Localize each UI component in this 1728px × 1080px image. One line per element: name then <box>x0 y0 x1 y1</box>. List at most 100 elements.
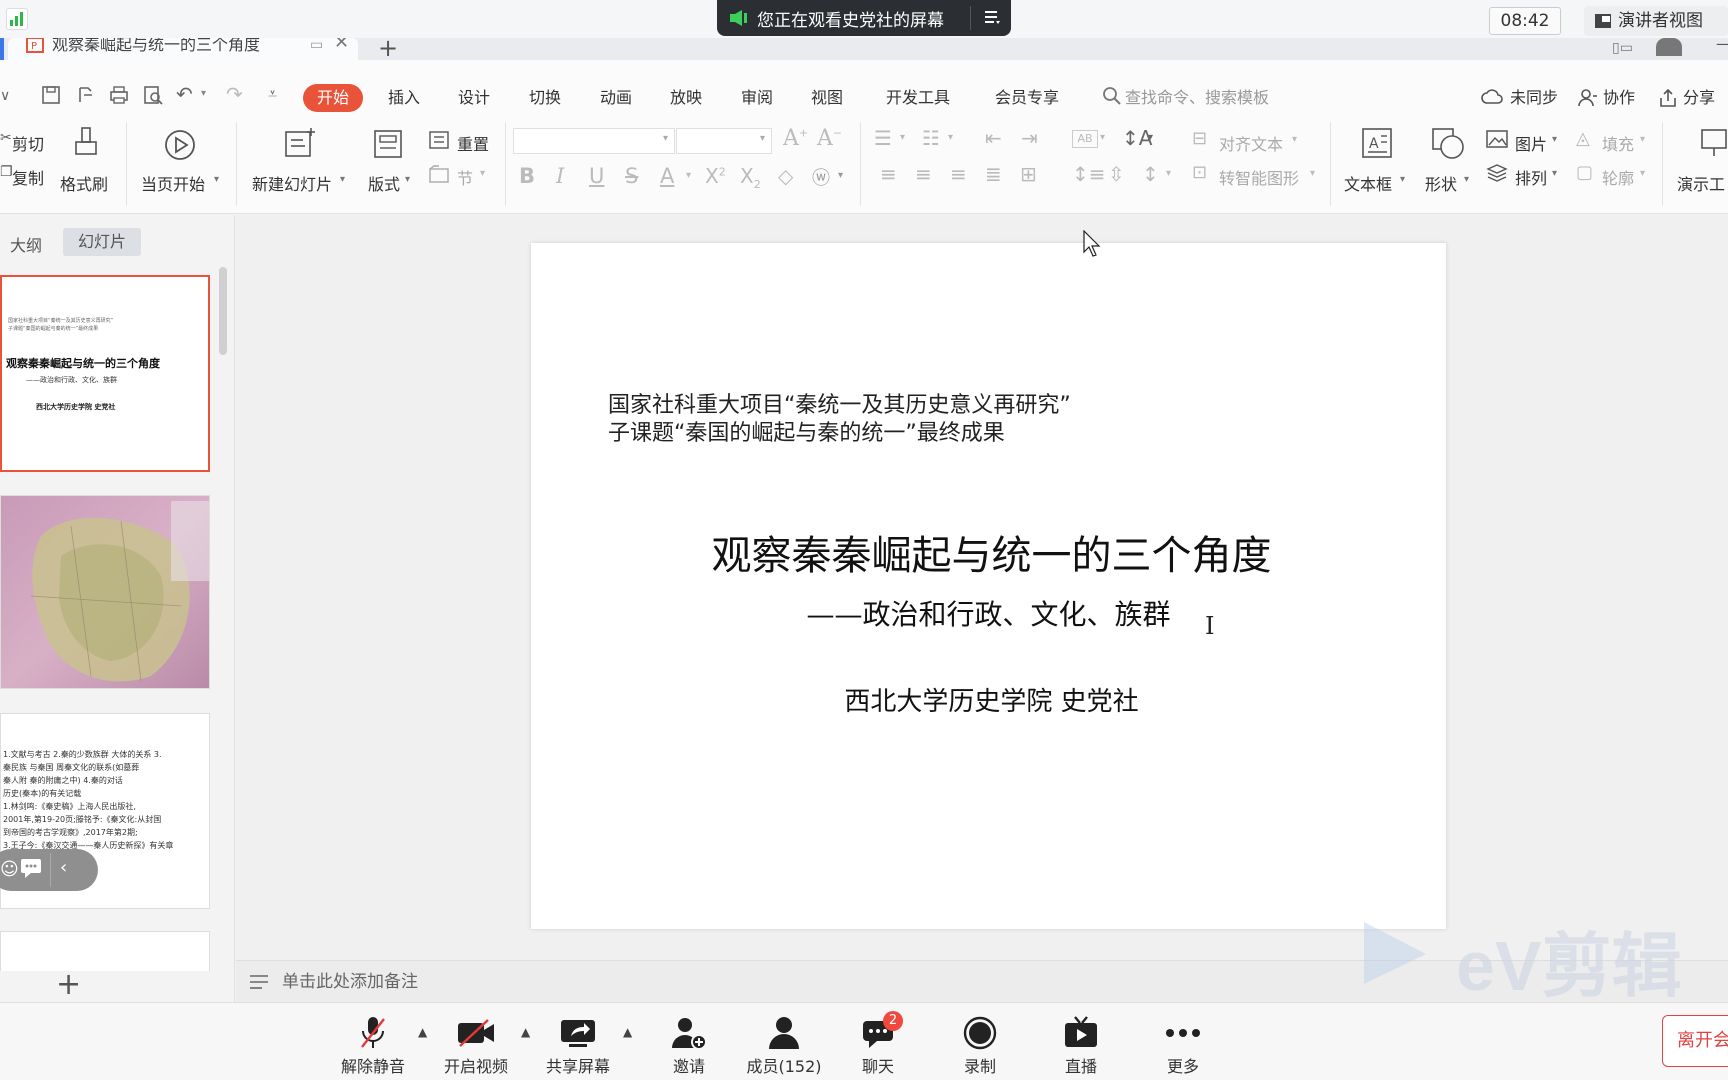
panel-scrollbar[interactable] <box>219 267 227 355</box>
align-text-dropdown-icon[interactable]: ▾ <box>1292 134 1297 145</box>
tab-developer[interactable]: 开发工具 <box>886 84 950 112</box>
play-dropdown-icon[interactable]: ▾ <box>214 174 219 185</box>
phonetic-guide-icon[interactable]: ⓦ <box>812 164 830 190</box>
record-button[interactable]: 录制 <box>935 1013 1025 1077</box>
fill-button[interactable]: 填充 <box>1602 131 1634 155</box>
slide-thumbnail-1[interactable]: 国家社科重大项目“秦统一及其历史意义再研究” 子课题“秦国的崛起与秦的统一”最终… <box>0 275 210 472</box>
share-screen-button[interactable]: 共享屏幕 <box>533 1013 623 1077</box>
video-options-caret-icon[interactable]: ▲ <box>521 1025 530 1039</box>
picture-button[interactable]: 图片 <box>1515 131 1547 155</box>
textbox-button[interactable]: 文本框 <box>1344 171 1392 195</box>
play-from-current-button[interactable]: 当页开始 <box>141 171 205 195</box>
tab-design[interactable]: 设计 <box>458 84 490 112</box>
undo-icon[interactable]: ↶ <box>176 82 193 106</box>
increase-indent-icon[interactable]: ⇥ <box>1021 126 1038 150</box>
text-direction-dropdown-icon[interactable]: ▾ <box>1148 132 1153 143</box>
decrease-font-icon[interactable]: A− <box>817 126 842 151</box>
new-slide-button[interactable]: 新建幻灯片 <box>252 171 332 195</box>
tab-membership[interactable]: 会员专享 <box>995 84 1059 112</box>
current-slide[interactable]: 国家社科重大项目“秦统一及其历史意义再研究” 子课题“秦国的崛起与秦的统一”最终… <box>531 243 1446 929</box>
presentation-tools-button[interactable]: 演示工 <box>1677 171 1725 195</box>
cloud-save-icon[interactable]: ▭ <box>310 38 323 52</box>
justify-icon[interactable]: ≣ <box>985 162 1002 186</box>
line-spacing-icon[interactable]: ↕≡ <box>1072 162 1106 186</box>
close-tab-icon[interactable]: ✕ <box>334 38 349 52</box>
share-button[interactable]: 分享 <box>1683 84 1715 112</box>
font-size-select[interactable]: ▾ <box>676 128 772 154</box>
superscript-icon[interactable]: X2 <box>705 164 726 188</box>
members-button[interactable]: 成员(152) <box>738 1013 830 1077</box>
bullet-list-icon[interactable]: ☰ <box>874 126 892 150</box>
new-tab-icon[interactable]: + <box>378 38 398 60</box>
paragraph-spacing-icon[interactable]: ⇳ <box>1108 162 1125 186</box>
align-center-icon[interactable]: ≡ <box>915 162 932 186</box>
tab-insert[interactable]: 插入 <box>388 84 420 112</box>
audio-options-caret-icon[interactable]: ▲ <box>418 1025 427 1039</box>
decrease-indent-icon[interactable]: ⇤ <box>985 126 1002 150</box>
chat-button[interactable]: 聊天 2 <box>833 1011 923 1077</box>
arrange-button[interactable]: 排列 <box>1515 165 1547 189</box>
tab-animation[interactable]: 动画 <box>600 84 632 112</box>
text-case-icon[interactable]: AB <box>1072 130 1098 148</box>
more-button[interactable]: 更多 <box>1138 1013 1228 1077</box>
smart-shape-dropdown-icon[interactable]: ▾ <box>1310 168 1315 179</box>
redo-icon[interactable]: ↷ <box>226 82 243 106</box>
layout-dropdown-icon[interactable]: ▾ <box>405 174 410 185</box>
collapse-chevron-icon[interactable]: ‹ <box>60 857 67 878</box>
invite-button[interactable]: 邀请 <box>644 1013 734 1077</box>
phonetic-dropdown-icon[interactable]: ▾ <box>838 170 843 181</box>
add-slide-icon[interactable]: + <box>56 967 81 1002</box>
print-icon[interactable] <box>108 84 130 106</box>
minimize-icon[interactable]: — <box>1716 38 1728 53</box>
copy-button[interactable]: 复制 <box>12 165 44 189</box>
textbox-dropdown-icon[interactable]: ▾ <box>1400 174 1405 185</box>
outline-button[interactable]: 轮廓 <box>1602 165 1634 189</box>
strikethrough-icon[interactable]: S <box>625 164 638 188</box>
avatar[interactable] <box>1656 38 1682 56</box>
subscript-icon[interactable]: X2 <box>740 164 761 191</box>
slide-thumbnail-4[interactable] <box>0 931 210 971</box>
tab-home[interactable]: 开始 <box>303 84 364 112</box>
tab-review[interactable]: 审阅 <box>741 84 773 112</box>
chat-bubble-icon[interactable] <box>20 857 42 879</box>
underline-icon[interactable]: U <box>589 164 604 188</box>
distribute-icon[interactable]: ⊞ <box>1020 162 1037 186</box>
slide-thumbnail-2[interactable] <box>0 495 210 689</box>
window-layout-icon[interactable]: ▯▭ <box>1612 40 1633 56</box>
sync-status[interactable]: 未同步 <box>1510 84 1558 112</box>
share-options-caret-icon[interactable]: ▲ <box>623 1025 632 1039</box>
layout-button[interactable]: 版式 <box>368 171 400 195</box>
align-right-icon[interactable]: ≡ <box>950 162 967 186</box>
presenter-view-button[interactable]: 演讲者视图 <box>1584 6 1728 36</box>
document-tab[interactable]: P 观察秦崛起与统一的三个角度 ▭ ✕ <box>8 38 358 60</box>
tab-outline[interactable]: 大纲 <box>10 232 42 256</box>
screen-share-banner[interactable]: 您正在观看史党社的屏幕 <box>717 0 1011 36</box>
cut-button[interactable]: 剪切 <box>12 131 44 155</box>
reset-button[interactable]: 重置 <box>457 131 489 155</box>
numbered-list-icon[interactable]: ☷ <box>922 126 940 150</box>
bullet-dropdown-icon[interactable]: ▾ <box>900 132 905 143</box>
spacing-options-icon[interactable]: ↕ <box>1142 162 1159 186</box>
numbered-dropdown-icon[interactable]: ▾ <box>948 132 953 143</box>
font-color-dropdown-icon[interactable]: ▾ <box>686 170 691 181</box>
shape-dropdown-icon[interactable]: ▾ <box>1464 174 1469 185</box>
command-search-input[interactable]: 查找命令、搜索模板 <box>1125 84 1269 112</box>
tab-view[interactable]: 视图 <box>811 84 843 112</box>
arrange-dropdown-icon[interactable]: ▾ <box>1552 168 1557 179</box>
start-video-button[interactable]: 开启视频 <box>431 1013 521 1077</box>
tab-slides[interactable]: 幻灯片 <box>63 228 141 256</box>
tab-slideshow[interactable]: 放映 <box>670 84 702 112</box>
font-family-select[interactable]: ▾ <box>513 128 675 154</box>
increase-font-icon[interactable]: A+ <box>783 126 808 151</box>
spacing-dropdown-icon[interactable]: ▾ <box>1166 168 1171 179</box>
network-signal-icon[interactable] <box>6 8 28 30</box>
print-preview-icon[interactable] <box>142 84 164 106</box>
font-color-icon[interactable]: A <box>660 164 674 188</box>
leave-meeting-button[interactable]: 离开会 <box>1662 1015 1728 1067</box>
unmute-button[interactable]: 解除静音 <box>328 1013 418 1077</box>
align-text-button[interactable]: 对齐文本 <box>1219 131 1283 155</box>
banner-menu-icon[interactable] <box>983 8 1001 26</box>
bold-icon[interactable]: B <box>519 164 535 188</box>
picture-dropdown-icon[interactable]: ▾ <box>1552 134 1557 145</box>
save-icon[interactable] <box>40 84 62 106</box>
